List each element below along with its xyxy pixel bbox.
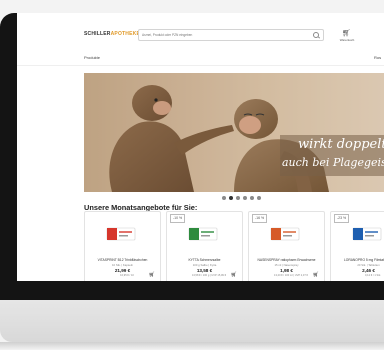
carousel-dots — [222, 196, 261, 201]
product-price: 13,58 € — [196, 268, 213, 273]
monitor-chin — [0, 300, 384, 342]
discount-badge: -16 % — [252, 214, 268, 223]
product-unit-price: 10,95 € / 10 — [120, 274, 134, 277]
product-name[interactable]: KYTTA Schmerzsalbe — [169, 258, 240, 262]
product-description: 15 ml | Nasenspray — [274, 263, 299, 267]
product-card[interactable]: -16 % NASENSPRAY ratiopharm Erwachsene 15 … — [248, 211, 325, 281]
product-description: 100 g Salbe | Kytta — [192, 263, 217, 267]
product-name[interactable]: LORANOPRO 5 mg Filmtabletten — [333, 258, 384, 262]
site-logo[interactable]: SCHILLERAPOTHEKE — [84, 31, 140, 37]
add-to-cart-icon[interactable]: 🛒︎ — [313, 272, 319, 278]
search-box — [138, 29, 324, 41]
product-unit-price: 13,58 € / 100 g | UVP 15,99 € — [191, 274, 227, 277]
browser-screen: SCHILLERAPOTHEKE 🛒︎ Warenkorb Produkte R… — [17, 13, 384, 281]
logo-text-part2: APOTHEKE — [110, 31, 140, 37]
cart-label: Warenkorb — [339, 38, 355, 42]
hero-headline: wirkt doppelt — [298, 137, 384, 152]
search-icon[interactable] — [313, 32, 319, 38]
monitor-shadow — [0, 342, 384, 350]
cart-icon: 🛒︎ — [342, 30, 351, 37]
nav-item-more[interactable]: Ros — [374, 55, 381, 60]
hero-subline: auch bei Plagegeistern — [282, 156, 384, 169]
add-to-cart-icon[interactable]: 🛒︎ — [149, 272, 155, 278]
cart-button[interactable]: 🛒︎ Warenkorb — [336, 29, 356, 43]
carousel-dot[interactable] — [222, 196, 226, 200]
product-description: 10 Stk. | Kapseln — [111, 263, 134, 267]
carousel-dot[interactable] — [229, 196, 233, 200]
search-input[interactable] — [142, 30, 307, 40]
hero-banner[interactable]: wirkt doppelt auch bei Plagegeistern — [84, 73, 384, 192]
product-unit-price: 0,12 € / 1 Stk. — [364, 274, 381, 277]
logo-text-part1: SCHILLER — [84, 31, 111, 37]
product-price: 21,99 € — [114, 268, 131, 273]
main-nav: Produkte Ros — [17, 53, 384, 66]
carousel-dot[interactable] — [236, 196, 240, 200]
product-card[interactable]: -10 % KYTTA Schmerzsalbe 100 g Salbe | Kyt… — [166, 211, 243, 281]
product-image — [106, 227, 136, 241]
product-description: 20 Stk. | Tabletten — [357, 263, 380, 267]
product-image — [270, 227, 300, 241]
product-unit-price: 13,20 € / 100 ml | UVP 2,37 € — [274, 274, 308, 277]
product-name[interactable]: VITASPRINT B12 Trinkfläschchen — [87, 258, 158, 262]
carousel-dot[interactable] — [243, 196, 247, 200]
product-image — [352, 227, 382, 241]
discount-badge: -10 % — [170, 214, 186, 223]
carousel-dot[interactable] — [250, 196, 254, 200]
product-price: 1,98 € — [280, 268, 293, 273]
product-card[interactable]: -23 % LORANOPRO 5 mg Filmtabletten20 Stk.… — [330, 211, 384, 281]
product-name[interactable]: NASENSPRAY ratiopharm Erwachsene — [251, 258, 322, 262]
product-price: 2,46 € — [362, 268, 375, 273]
nav-item-products[interactable]: Produkte — [84, 55, 100, 60]
carousel-dot[interactable] — [257, 196, 261, 200]
product-card[interactable]: VITASPRINT B12 Trinkfläschchen 10 Stk. | … — [84, 211, 161, 281]
hero-text-panel: wirkt doppelt auch bei Plagegeistern — [280, 135, 384, 176]
add-to-cart-icon[interactable]: 🛒︎ — [231, 272, 237, 278]
discount-badge: -23 % — [334, 214, 350, 223]
site-header: SCHILLERAPOTHEKE 🛒︎ Warenkorb — [17, 13, 384, 53]
product-image — [188, 227, 218, 241]
